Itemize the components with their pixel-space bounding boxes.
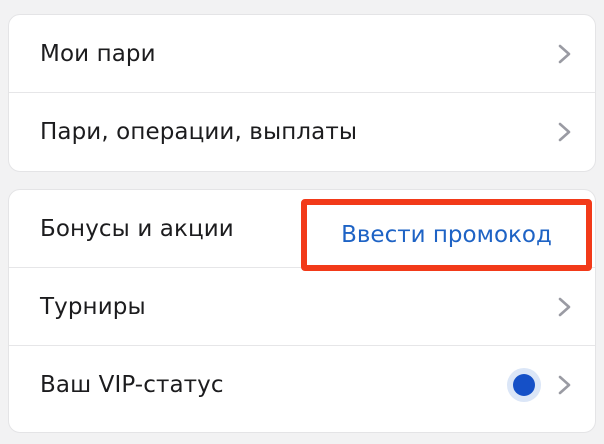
menu-item-tournaments[interactable]: Турниры: [9, 268, 595, 346]
menu-item-label: Бонусы и акции: [40, 215, 234, 242]
menu-group-account: Мои пари Пари, операции, выплаты: [8, 14, 596, 172]
menu-item-label: Ваш VIP-статус: [40, 372, 224, 398]
menu-item-bets-operations-payouts[interactable]: Пари, операции, выплаты: [9, 93, 595, 171]
menu-item-vip-status[interactable]: Ваш VIP-статус: [9, 346, 595, 424]
menu-item-label: Турниры: [40, 293, 146, 320]
chevron-right-icon: [557, 296, 573, 318]
menu-item-label: Мои пари: [40, 40, 156, 67]
chevron-right-icon: [557, 121, 573, 143]
chevron-right-icon: [557, 43, 573, 65]
promo-code-highlight: Ввести промокод: [301, 199, 592, 271]
chevron-right-icon: [557, 374, 573, 396]
menu-item-my-bets[interactable]: Мои пари: [9, 15, 595, 93]
menu-item-label: Пари, операции, выплаты: [40, 119, 358, 145]
enter-promo-code-link[interactable]: Ввести промокод: [341, 222, 552, 248]
status-dot-core: [513, 374, 535, 396]
status-dot-icon: [507, 368, 541, 402]
